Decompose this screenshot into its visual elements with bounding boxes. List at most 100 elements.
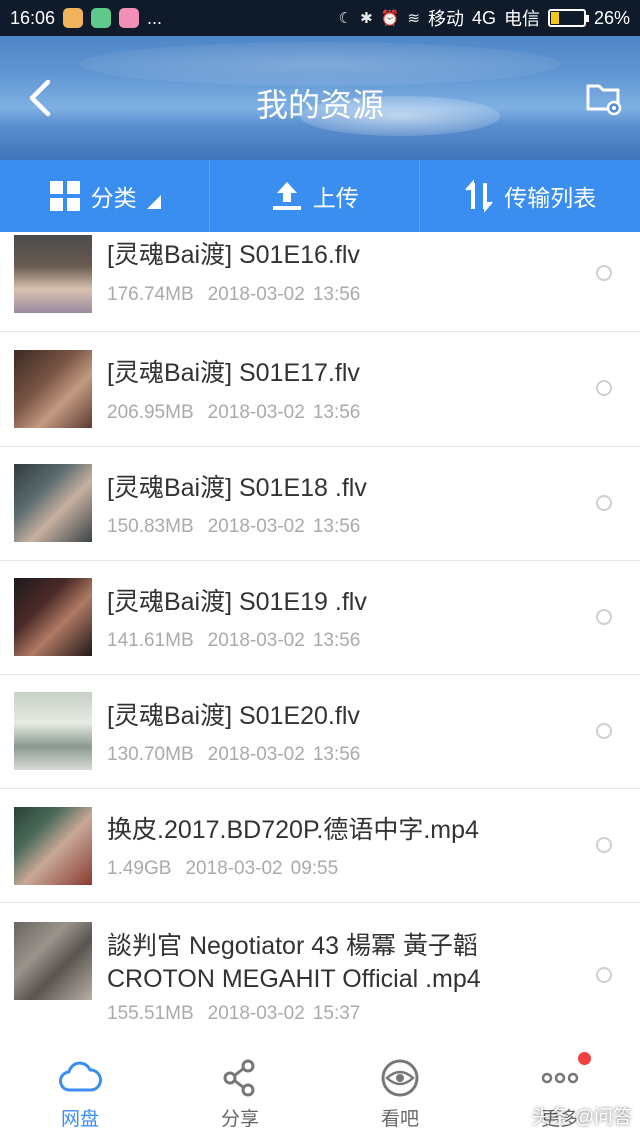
select-radio[interactable] bbox=[596, 380, 612, 396]
nav-netdisk[interactable]: 网盘 bbox=[0, 1038, 160, 1137]
file-time: 15:37 bbox=[312, 1003, 361, 1024]
upload-button[interactable]: 上传 bbox=[209, 160, 419, 232]
status-bar: 16:06 ... ☾ ✱ ⏰ ≋ 移动 4G 电信 26% bbox=[0, 0, 640, 36]
nav-watch[interactable]: 看吧 bbox=[320, 1038, 480, 1137]
video-thumbnail bbox=[14, 350, 92, 428]
transfer-arrows-icon bbox=[465, 179, 493, 213]
file-size: 176.74MB bbox=[107, 284, 194, 305]
file-name: [灵魂Bai渡] S01E17.flv bbox=[107, 359, 360, 387]
file-meta: 1.49GB 2018-03-02 09:55 bbox=[107, 858, 338, 880]
battery-level bbox=[550, 12, 560, 24]
upload-label: 上传 bbox=[312, 185, 359, 211]
eye-icon bbox=[381, 1059, 419, 1097]
file-row[interactable]: [灵魂Bai渡] S01E20.flv 130.70MB 2018-03-02 13… bbox=[0, 675, 640, 789]
file-time: 13:56 bbox=[312, 630, 361, 651]
file-name-line-2: CROTON MEGAHIT Official .mp4 bbox=[107, 965, 481, 993]
file-name: 换皮.2017.BD720P.德语中字.mp4 bbox=[107, 816, 479, 844]
video-thumbnail bbox=[14, 922, 92, 1000]
file-name: [灵魂Bai渡] S01E20.flv bbox=[107, 702, 360, 730]
select-radio[interactable] bbox=[596, 495, 612, 511]
grid-icon bbox=[49, 181, 80, 211]
file-row[interactable]: 换皮.2017.BD720P.德语中字.mp4 1.49GB 2018-03-02… bbox=[0, 789, 640, 903]
carrier-1: 移动 bbox=[427, 9, 464, 29]
alarm-icon: ⏰ bbox=[380, 10, 400, 27]
select-radio[interactable] bbox=[596, 837, 612, 853]
video-thumbnail bbox=[14, 692, 92, 770]
file-name: [灵魂Bai渡] S01E19 .flv bbox=[107, 588, 367, 616]
video-thumbnail bbox=[14, 464, 92, 542]
upload-icon bbox=[272, 182, 301, 210]
file-meta: 206.95MB 2018-03-02 13:56 bbox=[107, 402, 360, 424]
battery-percent: 26% bbox=[593, 7, 630, 28]
toolbar: 分类 上传 传输列表 bbox=[0, 160, 640, 232]
file-row[interactable]: 談判官 Negotiator 43 楊冪 黃子韜 CROTON MEGAHIT … bbox=[0, 903, 640, 1038]
notification-app-icon bbox=[63, 8, 84, 28]
file-date: 2018-03-02 bbox=[207, 1003, 305, 1024]
more-dots-icon bbox=[541, 1072, 579, 1084]
transfer-list-button[interactable]: 传输列表 bbox=[419, 160, 640, 232]
cloud-icon bbox=[59, 1061, 102, 1092]
file-row[interactable]: [灵魂Bai渡] S01E18 .flv 150.83MB 2018-03-02 1… bbox=[0, 447, 640, 561]
folder-settings-button[interactable] bbox=[584, 78, 624, 118]
video-thumbnail bbox=[14, 235, 92, 313]
header: 我的资源 bbox=[0, 36, 640, 160]
file-meta: 176.74MB 2018-03-02 13:56 bbox=[107, 284, 360, 306]
select-radio[interactable] bbox=[596, 967, 612, 983]
file-size: 141.61MB bbox=[107, 630, 194, 651]
battery-icon bbox=[547, 9, 589, 27]
notification-badge bbox=[578, 1052, 591, 1065]
file-meta: 130.70MB 2018-03-02 13:56 bbox=[107, 744, 360, 766]
folder-settings-icon bbox=[586, 84, 622, 116]
file-time: 13:56 bbox=[312, 516, 361, 537]
moon-icon: ☾ bbox=[338, 10, 353, 27]
nav-watch-label: 看吧 bbox=[380, 1109, 419, 1130]
dropdown-triangle-icon bbox=[146, 195, 161, 209]
file-date: 2018-03-02 bbox=[207, 744, 305, 765]
nav-share[interactable]: 分享 bbox=[160, 1038, 320, 1137]
select-radio[interactable] bbox=[596, 265, 612, 281]
video-thumbnail bbox=[14, 578, 92, 656]
file-name: [灵魂Bai渡] S01E18 .flv bbox=[107, 474, 367, 502]
file-time: 09:55 bbox=[290, 858, 339, 879]
file-meta: 150.83MB 2018-03-02 13:56 bbox=[107, 516, 360, 538]
file-size: 206.95MB bbox=[107, 402, 194, 423]
carrier-2: 电信 bbox=[503, 9, 540, 29]
nav-netdisk-label: 网盘 bbox=[60, 1109, 99, 1130]
wifi-icon: ≋ bbox=[407, 10, 420, 27]
category-label: 分类 bbox=[90, 185, 137, 211]
select-radio[interactable] bbox=[596, 723, 612, 739]
nav-share-label: 分享 bbox=[220, 1109, 259, 1130]
file-meta: 141.61MB 2018-03-02 13:56 bbox=[107, 630, 360, 652]
bottom-nav: 网盘 分享 看吧 更多 头条 @问答 bbox=[0, 1038, 640, 1137]
file-time: 13:56 bbox=[312, 284, 361, 305]
file-size: 1.49GB bbox=[107, 858, 172, 879]
file-list: [灵魂Bai渡] S01E16.flv 176.74MB 2018-03-02 13… bbox=[0, 232, 640, 1038]
network-type: 4G bbox=[471, 7, 496, 28]
file-date: 2018-03-02 bbox=[207, 402, 305, 423]
transfer-list-label: 传输列表 bbox=[504, 185, 597, 211]
file-size: 130.70MB bbox=[107, 744, 194, 765]
file-meta: 155.51MB 2018-03-02 15:37 bbox=[107, 1003, 360, 1025]
file-row[interactable]: [灵魂Bai渡] S01E16.flv 176.74MB 2018-03-02 13… bbox=[0, 232, 640, 332]
notification-app-icon bbox=[119, 8, 140, 28]
page-title: 我的资源 bbox=[255, 87, 384, 123]
file-name-line-1: 談判官 Negotiator 43 楊冪 黃子韜 bbox=[107, 932, 478, 960]
file-date: 2018-03-02 bbox=[207, 630, 305, 651]
file-date: 2018-03-02 bbox=[207, 284, 305, 305]
file-date: 2018-03-02 bbox=[185, 858, 283, 879]
file-row[interactable]: [灵魂Bai渡] S01E19 .flv 141.61MB 2018-03-02 1… bbox=[0, 561, 640, 675]
select-radio[interactable] bbox=[596, 609, 612, 625]
category-button[interactable]: 分类 bbox=[0, 160, 209, 232]
file-name: [灵魂Bai渡] S01E16.flv bbox=[107, 241, 360, 269]
file-size: 155.51MB bbox=[107, 1003, 194, 1024]
file-row[interactable]: [灵魂Bai渡] S01E17.flv 206.95MB 2018-03-02 13… bbox=[0, 332, 640, 447]
bluetooth-icon: ✱ bbox=[360, 10, 373, 27]
more-notifications: ... bbox=[147, 7, 163, 28]
notification-app-icon bbox=[91, 8, 112, 28]
status-time: 16:06 bbox=[10, 7, 56, 28]
file-time: 13:56 bbox=[312, 744, 361, 765]
video-thumbnail bbox=[14, 807, 92, 885]
watermark: 头条 @问答 bbox=[531, 1107, 632, 1128]
file-date: 2018-03-02 bbox=[207, 516, 305, 537]
file-size: 150.83MB bbox=[107, 516, 194, 537]
